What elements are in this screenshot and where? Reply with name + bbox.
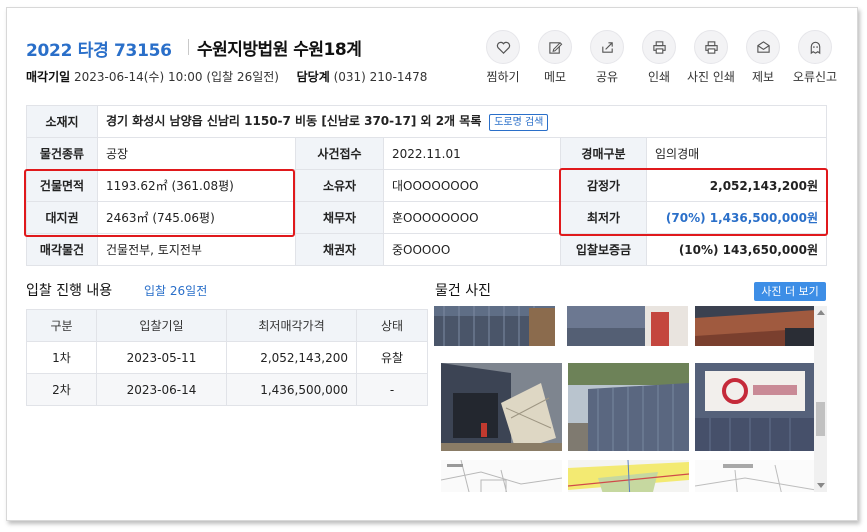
property-map[interactable]	[441, 460, 562, 492]
bid-progress-subtitle: 입찰 26일전	[144, 284, 208, 298]
min-price-value: (70%) 1,436,500,000원	[646, 201, 827, 234]
type-value: 공장	[97, 137, 296, 170]
sale-date-value: 2023-06-14(수) 10:00 (입찰 26일전)	[74, 70, 279, 84]
envelope-icon	[756, 40, 770, 53]
deposit-label: 입찰보증금	[560, 233, 647, 266]
property-photo[interactable]	[434, 306, 555, 346]
property-photo[interactable]	[695, 363, 816, 451]
bid-status: 유찰	[356, 341, 428, 374]
debtor-value: 훈OOOOOOOO	[383, 201, 561, 234]
bid-col-date: 입찰기일	[96, 309, 227, 342]
schedule-line: 매각기일 2023-06-14(수) 10:00 (입찰 26일전) 담당계 (…	[26, 68, 427, 85]
building-area-value: 1193.62㎡ (361.08평)	[97, 169, 296, 202]
share-icon	[601, 41, 613, 53]
location-label: 소재지	[26, 105, 98, 138]
case-number: 2022 타경 73156	[26, 41, 172, 61]
location-value: 경기 화성시 남양읍 신남리 1150-7 비동 [신남로 370-17] 외 …	[106, 114, 482, 128]
more-photos-button[interactable]: 사진 더 보기	[754, 282, 826, 301]
share-label: 공유	[595, 70, 619, 84]
bid-status: -	[356, 373, 428, 406]
printer-icon	[652, 40, 666, 54]
scroll-thumb[interactable]	[816, 402, 825, 436]
print-button[interactable]: 인쇄	[633, 30, 685, 85]
manager-value: (031) 210-1478	[333, 70, 428, 84]
sale-item-label: 매각물건	[26, 233, 98, 266]
appraisal-value: 2,052,143,200원	[646, 169, 827, 202]
property-map[interactable]	[695, 460, 816, 492]
owner-label: 소유자	[295, 169, 384, 202]
photo-print-button[interactable]: 사진 인쇄	[685, 30, 737, 85]
ghost-icon	[810, 41, 820, 54]
favorite-button[interactable]: 찜하기	[477, 30, 529, 85]
received-label: 사건접수	[295, 137, 384, 170]
scroll-down-icon[interactable]	[817, 483, 825, 488]
creditor-label: 채권자	[295, 233, 384, 266]
debtor-label: 채무자	[295, 201, 384, 234]
appraisal-label: 감정가	[560, 169, 647, 202]
heart-icon	[496, 41, 510, 54]
report-button[interactable]: 제보	[737, 30, 789, 85]
land-right-label: 대지권	[26, 201, 98, 234]
photo-scrollbar[interactable]	[814, 306, 827, 492]
court-name: 수원지방법원 수원18계	[197, 40, 362, 60]
bid-date: 2023-06-14	[96, 373, 227, 406]
bid-progress-title: 입찰 진행 내용	[26, 283, 113, 299]
land-right-value: 2463㎡ (745.06평)	[97, 201, 296, 234]
memo-label: 메모	[543, 70, 567, 84]
type-label: 물건종류	[26, 137, 98, 170]
auction-type-value: 임의경매	[646, 137, 827, 170]
creditor-value: 중OOOOO	[383, 233, 561, 266]
scroll-up-icon[interactable]	[817, 310, 825, 315]
deposit-value: (10%) 143,650,000원	[646, 233, 827, 266]
owner-value: 대OOOOOOOO	[383, 169, 561, 202]
manager-label: 담당계	[296, 70, 330, 84]
favorite-label: 찜하기	[486, 70, 520, 84]
error-report-button[interactable]: 오류신고	[789, 30, 841, 85]
bid-date: 2023-05-11	[96, 341, 227, 374]
property-info-table: 소재지 경기 화성시 남양읍 신남리 1150-7 비동 [신남로 370-17…	[26, 105, 827, 266]
table-row: 2차 2023-06-14 1,436,500,000 -	[26, 373, 428, 406]
report-label: 제보	[751, 70, 775, 84]
property-photo[interactable]	[441, 363, 562, 451]
bid-min-price: 2,052,143,200	[226, 341, 357, 374]
sale-item-value: 건물전부, 토지전부	[97, 233, 296, 266]
property-photo[interactable]	[695, 306, 816, 346]
bid-progress-table: 구분 입찰기일 최저매각가격 상태 1차 2023-05-11 2,052,14…	[26, 309, 428, 406]
road-search-button[interactable]: 도로명 검색	[489, 114, 549, 131]
table-row: 1차 2023-05-11 2,052,143,200 유찰	[26, 341, 428, 374]
sale-date-label: 매각기일	[26, 70, 71, 84]
photo-gallery	[434, 306, 827, 492]
photo-print-label: 사진 인쇄	[687, 70, 735, 84]
received-value: 2022.11.01	[383, 137, 561, 170]
location-cell: 경기 화성시 남양읍 신남리 1150-7 비동 [신남로 370-17] 외 …	[97, 105, 827, 138]
bid-col-status: 상태	[356, 309, 428, 342]
bid-col-round: 구분	[26, 309, 97, 342]
title-divider	[188, 39, 189, 55]
property-photo[interactable]	[567, 306, 688, 346]
pencil-icon	[548, 41, 562, 54]
min-price-label: 최저가	[560, 201, 647, 234]
building-area-label: 건물면적	[26, 169, 98, 202]
memo-button[interactable]: 메모	[529, 30, 581, 85]
auction-detail-panel: 2022 타경 73156 수원지방법원 수원18계 매각기일 2023-06-…	[6, 7, 858, 521]
bid-round: 1차	[26, 341, 97, 374]
bid-round: 2차	[26, 373, 97, 406]
bid-min-price: 1,436,500,000	[226, 373, 357, 406]
bid-col-min-price: 최저매각가격	[226, 309, 357, 342]
auction-type-label: 경매구분	[560, 137, 647, 170]
share-button[interactable]: 공유	[581, 30, 633, 85]
print-label: 인쇄	[647, 70, 671, 84]
property-photo[interactable]	[568, 363, 689, 451]
error-report-label: 오류신고	[792, 70, 838, 84]
printer-icon	[704, 40, 718, 54]
property-map[interactable]	[568, 460, 689, 492]
photos-title: 물건 사진	[435, 283, 491, 299]
